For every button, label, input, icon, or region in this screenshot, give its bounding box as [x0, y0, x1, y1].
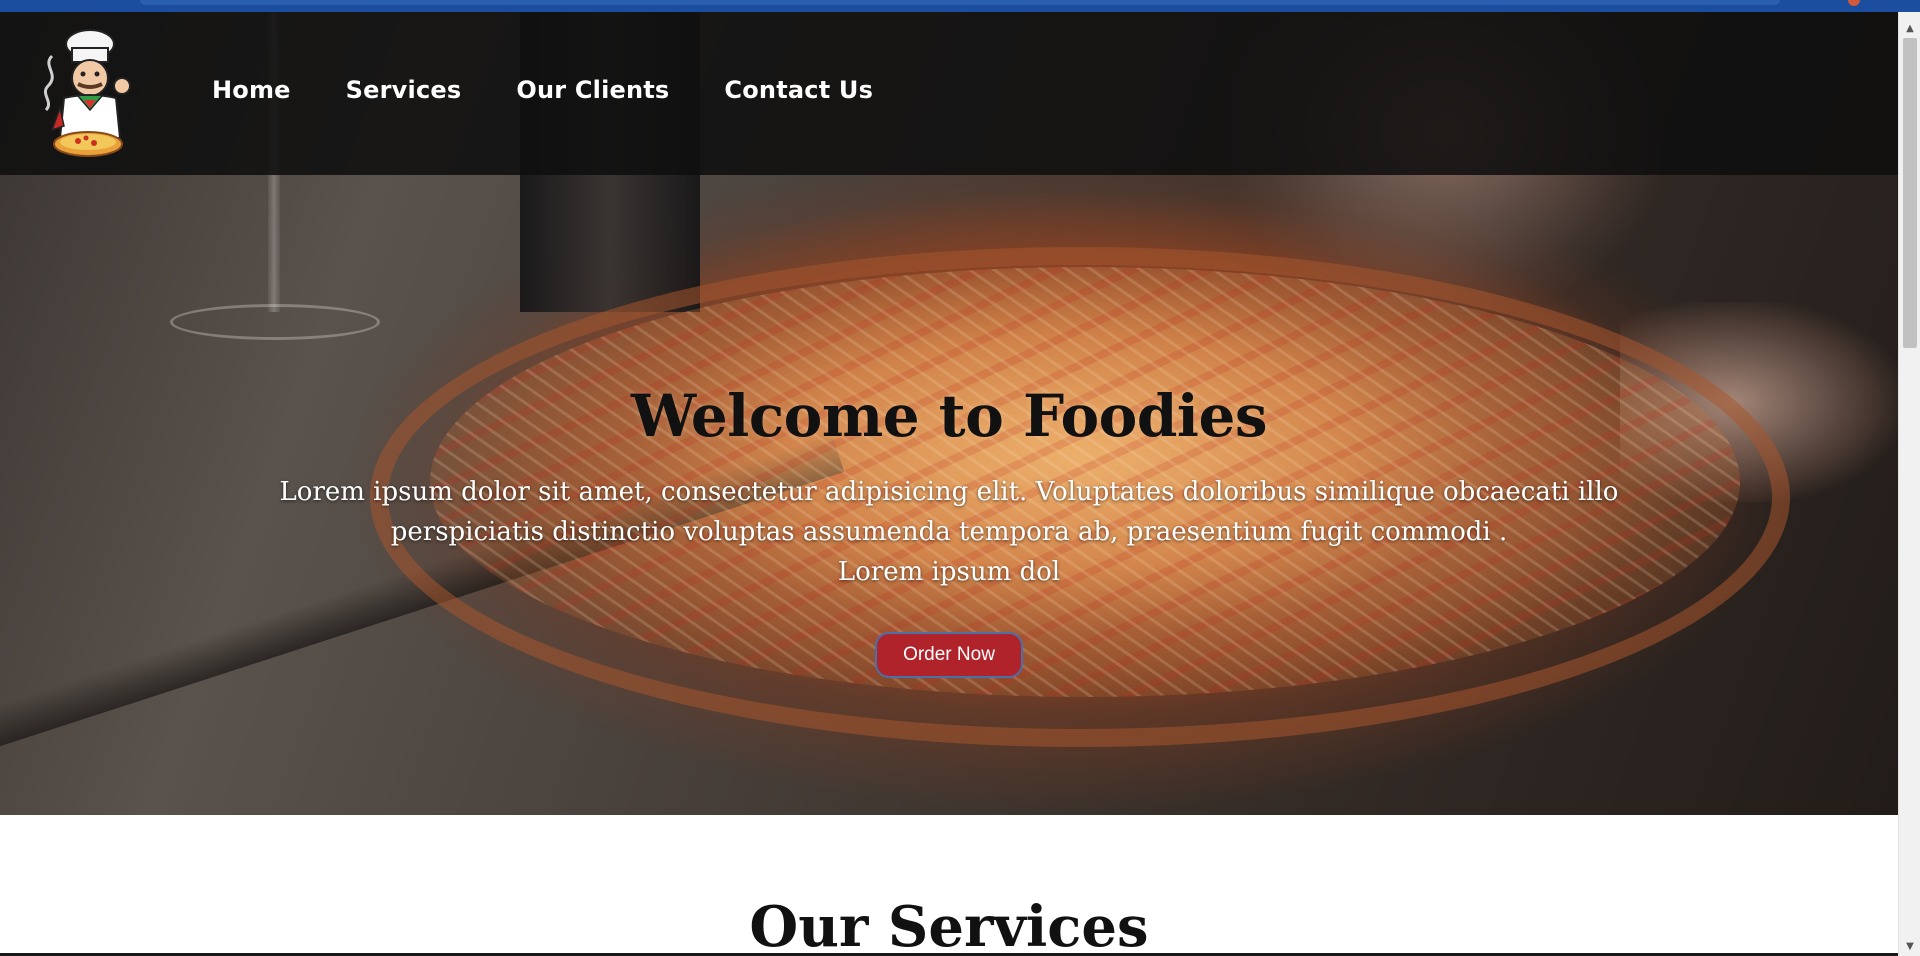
services-section-title: Our Services	[749, 894, 1149, 956]
hero-description: Lorem ipsum dolor sit amet, consectetur …	[249, 472, 1649, 592]
nav-link-home[interactable]: Home	[212, 76, 291, 104]
profile-dot-icon	[1848, 0, 1860, 6]
browser-address-strip	[140, 0, 1780, 5]
chef-pizza-logo-icon[interactable]	[38, 26, 146, 166]
glass-base	[170, 304, 380, 340]
order-now-button[interactable]: Order Now	[875, 632, 1023, 678]
hero-text-line-2: perspiciatis distinctio voluptas assumen…	[390, 517, 1508, 547]
hero-content: Welcome to Foodies Lorem ipsum dolor sit…	[0, 382, 1898, 678]
page-scrollbar[interactable]: ▲ ▼	[1898, 12, 1920, 956]
scrollbar-thumb[interactable]	[1903, 38, 1917, 348]
nav-link-our-clients[interactable]: Our Clients	[516, 76, 669, 104]
hero-title: Welcome to Foodies	[631, 382, 1268, 450]
nav-link-services[interactable]: Services	[346, 76, 462, 104]
scroll-up-arrow-icon[interactable]: ▲	[1899, 20, 1920, 38]
hero-text-line-1: Lorem ipsum dolor sit amet, consectetur …	[279, 477, 1619, 507]
nav-link-contact-us[interactable]: Contact Us	[724, 76, 873, 104]
browser-top-strip	[0, 0, 1920, 12]
hero-text-line-3: Lorem ipsum dol	[837, 557, 1061, 587]
site-header: Home Services Our Clients Contact Us	[0, 12, 1898, 175]
scroll-down-arrow-icon[interactable]: ▼	[1899, 938, 1920, 956]
main-nav: Home Services Our Clients Contact Us	[212, 76, 873, 104]
